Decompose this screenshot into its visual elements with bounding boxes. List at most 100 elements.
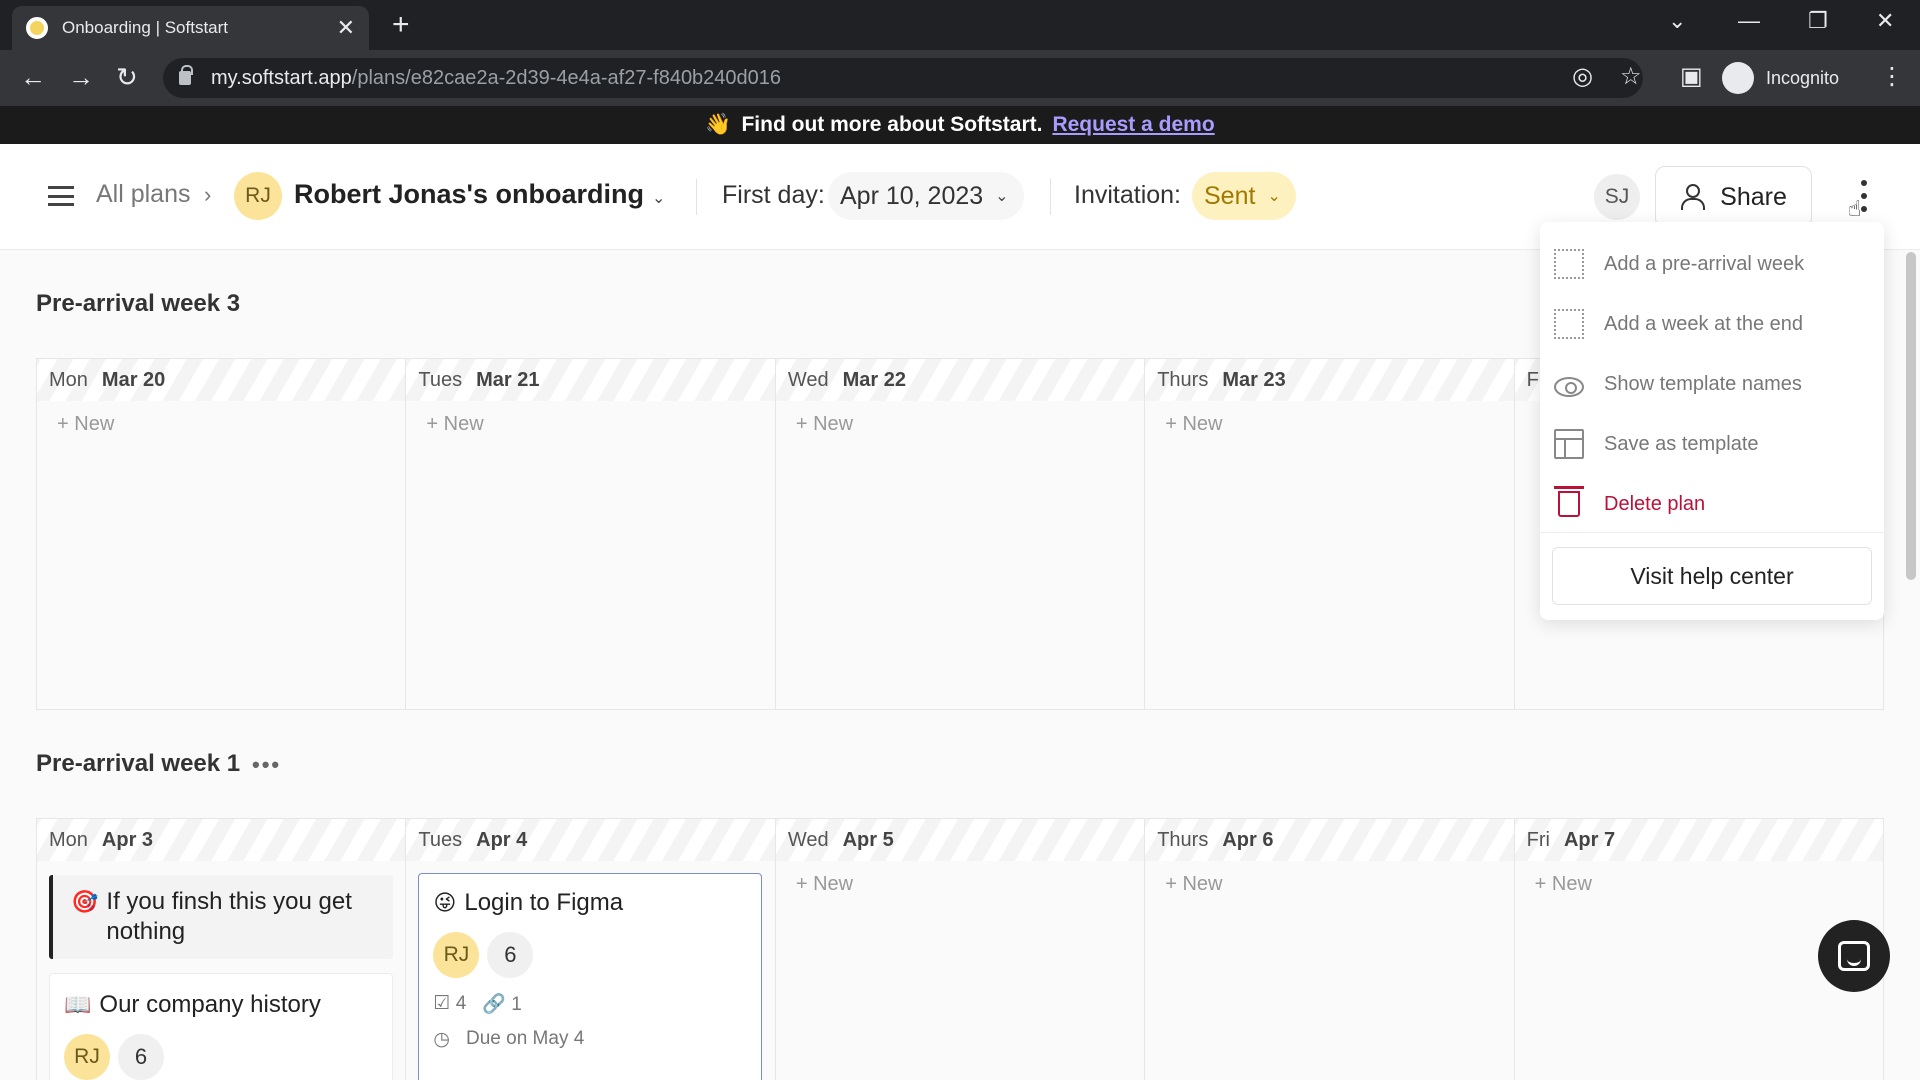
forward-icon[interactable]: → (68, 64, 94, 90)
page-scrollbar[interactable] (1906, 252, 1916, 580)
week-options-icon[interactable]: ••• (252, 752, 281, 778)
person-icon (1680, 184, 1706, 210)
week-title: Pre-arrival week 3 (36, 290, 241, 317)
incognito-icon (1722, 62, 1754, 94)
breadcrumb-chevron-icon: › (204, 182, 212, 207)
menu-item-label: Delete plan (1604, 492, 1706, 515)
minimize-icon[interactable]: — (1738, 8, 1760, 34)
day-of-week: Fri (1526, 828, 1550, 851)
task-title: 😜 Login to Figma (433, 889, 624, 916)
browser-tab[interactable]: Onboarding | Softstart ✕ (12, 6, 369, 50)
due-date: ◷ Due on May 4 (433, 1028, 747, 1051)
day-header: Mon Apr 3 (37, 819, 406, 861)
invitation-status-dropdown[interactable]: Sent ⌄ (1192, 172, 1296, 220)
first-day-picker[interactable]: Apr 10, 2023 ⌄ (828, 172, 1024, 220)
day-of-week: Thurs (1157, 368, 1209, 391)
task-card[interactable]: 🎯 If you finsh this you get nothing (49, 875, 393, 959)
target-emoji-icon: 🎯 (71, 889, 99, 914)
share-button[interactable]: Share (1655, 166, 1812, 228)
visit-help-center-button[interactable]: Visit help center (1552, 547, 1872, 605)
new-task-button[interactable]: + New (796, 413, 853, 436)
new-task-button[interactable]: + New (1535, 873, 1592, 896)
menu-item-show-template-names[interactable]: Show template names (1540, 360, 1884, 408)
bookmark-star-icon[interactable]: ☆ (1620, 64, 1642, 90)
day-date: Apr 5 (842, 828, 894, 851)
winking-emoji-icon: 😜 (433, 890, 457, 915)
new-task-button[interactable]: + New (1165, 873, 1222, 896)
day-of-week: Wed (787, 828, 829, 851)
avatar: RJ (433, 932, 480, 978)
divider (1050, 179, 1051, 215)
day-date: Mar 21 (476, 368, 540, 391)
menu-divider (1540, 532, 1884, 533)
day-date: Apr 4 (476, 828, 528, 851)
lock-icon (179, 65, 193, 85)
browser-tab-bar: Onboarding | Softstart ✕ + ⌄ — ❐ ✕ (0, 0, 1920, 50)
task-card[interactable]: 😜 Login to Figma RJ 6 ☑ 4 🔗 1 ◷ Due on May… (418, 873, 763, 1080)
plan-chevron-down-icon[interactable]: ⌄ (652, 188, 665, 208)
day-date: Mar 23 (1222, 368, 1286, 391)
banner-text: Find out more about Softstart. (741, 113, 1043, 136)
day-date: Apr 6 (1222, 828, 1274, 851)
card-meta: ☑ 4 🔗 1 (433, 992, 747, 1016)
day-date: Mar 22 (842, 368, 906, 391)
day-of-week: Tues (418, 828, 463, 851)
day-date: Mar 20 (101, 368, 166, 391)
day-of-week: Mon (49, 368, 88, 391)
book-emoji-icon: 📖 (64, 992, 92, 1017)
day-of-week: F (1526, 368, 1539, 391)
day-column: Thurs Mar 23 + New (1145, 359, 1515, 709)
menu-item-add-pre-arrival-week[interactable]: Add a pre-arrival week (1540, 240, 1884, 288)
tab-title: Onboarding | Softstart (62, 18, 229, 37)
menu-item-delete-plan[interactable]: Delete plan (1540, 480, 1884, 528)
task-card[interactable]: 📖 Our company history RJ 6 (49, 973, 393, 1080)
hamburger-menu-icon[interactable] (48, 186, 74, 206)
new-task-button[interactable]: + New (57, 413, 114, 436)
window-close-icon[interactable]: ✕ (1876, 8, 1894, 34)
chevron-down-icon: ⌄ (995, 188, 1009, 205)
tab-search-icon[interactable]: ⌄ (1668, 8, 1686, 34)
week-grid: Mon Apr 3 🎯 If you finsh this you get noth… (36, 818, 1884, 1080)
eye-icon (1554, 376, 1584, 397)
breadcrumb-all-plans[interactable]: All plans (96, 180, 191, 209)
request-demo-link[interactable]: Request a demo (1052, 113, 1214, 137)
chat-launcher-button[interactable] (1818, 920, 1890, 992)
tracking-off-icon[interactable]: ◎ (1572, 64, 1593, 90)
week-title: Pre-arrival week 1 (36, 750, 241, 777)
menu-item-save-as-template[interactable]: Save as template (1540, 420, 1884, 468)
day-column: Mon Apr 3 🎯 If you finsh this you get noth… (37, 819, 407, 1080)
close-tab-icon[interactable]: ✕ (337, 15, 355, 41)
softstart-favicon-icon (26, 17, 48, 39)
checklist-count: 4 (455, 993, 467, 1014)
due-date-text: Due on May 4 (466, 1028, 585, 1049)
new-task-button[interactable]: + New (796, 873, 853, 896)
trash-icon (1554, 486, 1584, 517)
divider (696, 179, 697, 215)
side-panel-icon[interactable]: ▣ (1680, 64, 1703, 90)
url-host: my.softstart.app (211, 66, 352, 89)
back-icon[interactable]: ← (20, 64, 46, 90)
browser-menu-icon[interactable]: ⋮ (1880, 64, 1904, 90)
first-day-label: First day: (722, 181, 825, 209)
first-day-value: Apr 10, 2023 (840, 181, 984, 210)
menu-item-label: Save as template (1604, 432, 1759, 455)
day-header: Tues Apr 4 (406, 819, 775, 861)
restore-icon[interactable]: ❐ (1808, 8, 1828, 34)
day-column: Mon Mar 20 + New (37, 359, 407, 709)
page-title[interactable]: Robert Jonas's onboarding (294, 179, 644, 210)
address-bar[interactable]: my.softstart.app/plans/e82cae2a-2d39-4e4… (163, 58, 1643, 98)
card-assignees: RJ 6 (433, 932, 747, 978)
dotted-grid-icon (1554, 309, 1584, 339)
task-title: 📖 Our company history (64, 991, 321, 1018)
invitation-label: Invitation: (1074, 181, 1182, 209)
new-tab-icon[interactable]: + (392, 10, 410, 40)
new-task-button[interactable]: + New (426, 413, 483, 436)
menu-item-add-week-at-end[interactable]: Add a week at the end (1540, 300, 1884, 348)
day-header: Mon Mar 20 (37, 359, 406, 401)
user-avatar[interactable]: SJ (1594, 174, 1640, 220)
incognito-profile[interactable]: Incognito (1722, 58, 1839, 98)
reload-icon[interactable]: ↻ (116, 64, 138, 90)
template-icon (1554, 429, 1584, 459)
day-header: Wed Mar 22 (775, 359, 1145, 401)
new-task-button[interactable]: + New (1165, 413, 1222, 436)
